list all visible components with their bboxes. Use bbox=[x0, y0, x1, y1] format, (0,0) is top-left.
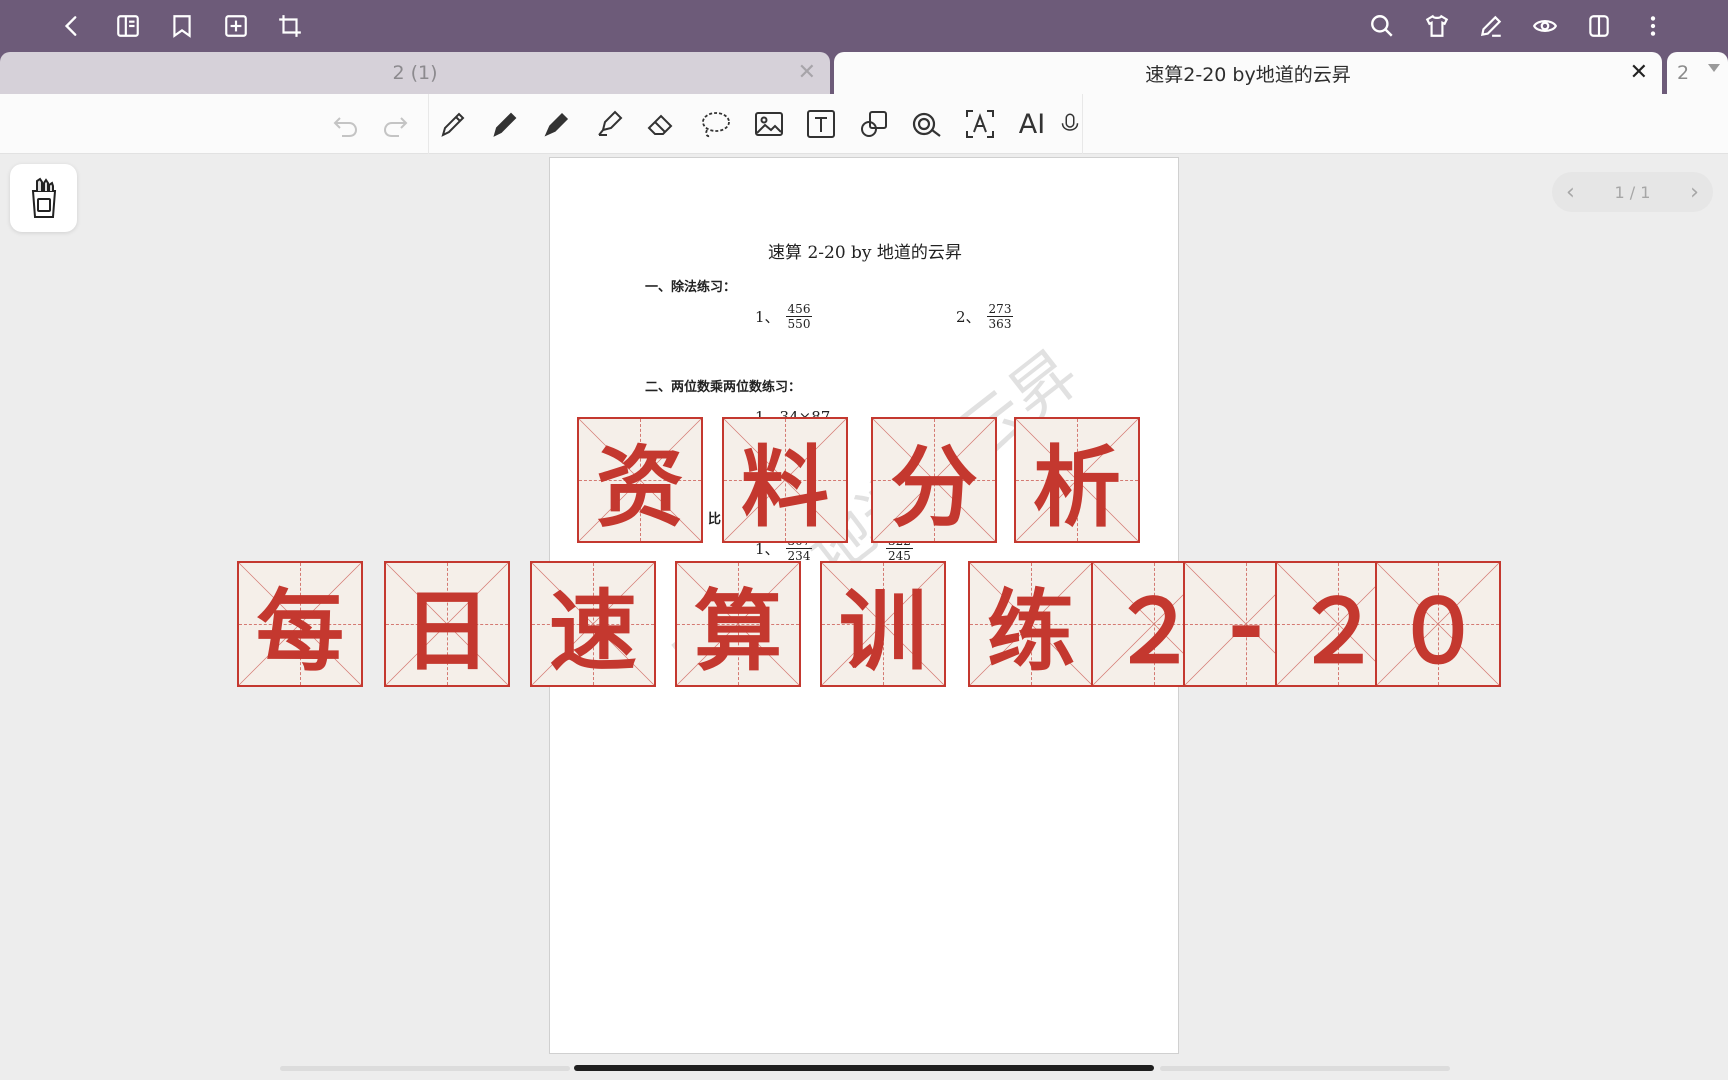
scroll-track bbox=[1160, 1066, 1450, 1071]
title-tile: 日 bbox=[384, 561, 510, 687]
tab-label: 2 (1) bbox=[392, 62, 438, 84]
title-char: 分 bbox=[889, 434, 978, 539]
problem-label: 1、 bbox=[755, 308, 780, 326]
pen-holder-button[interactable] bbox=[10, 164, 77, 232]
title-tile: 速 bbox=[530, 561, 656, 687]
tab-overflow[interactable]: 2 bbox=[1667, 52, 1728, 94]
tape-icon[interactable] bbox=[907, 106, 947, 142]
redo-icon[interactable] bbox=[375, 106, 415, 142]
title-tile: 练 bbox=[968, 561, 1094, 687]
mic-icon[interactable] bbox=[1058, 106, 1082, 142]
numerator: 273 bbox=[986, 302, 1014, 317]
title-char: 算 bbox=[693, 578, 782, 683]
tab-label: 2 bbox=[1677, 62, 1690, 84]
tab-2-1[interactable]: 2 (1) ✕ bbox=[0, 52, 830, 94]
eye-icon[interactable] bbox=[1528, 9, 1562, 43]
title-char: 资 bbox=[595, 434, 684, 539]
bookmark-icon[interactable] bbox=[165, 9, 199, 43]
edit-icon[interactable] bbox=[1474, 9, 1508, 43]
pen-icon[interactable] bbox=[433, 106, 473, 142]
title-tile: 每 bbox=[237, 561, 363, 687]
eraser-icon[interactable] bbox=[641, 106, 681, 142]
denominator: 363 bbox=[988, 317, 1012, 331]
section-heading-compare: 比 bbox=[708, 512, 722, 527]
search-icon[interactable] bbox=[1365, 9, 1399, 43]
title-char: 析 bbox=[1032, 434, 1121, 539]
chevron-right-icon[interactable]: › bbox=[1690, 180, 1699, 205]
title-tile: ０ bbox=[1375, 561, 1501, 687]
pen-holder-icon bbox=[31, 177, 56, 218]
lasso-icon[interactable] bbox=[695, 106, 735, 142]
document-title: 速算 2-20 by 地道的云昇 bbox=[768, 243, 962, 263]
image-icon[interactable] bbox=[749, 106, 789, 142]
problem-2: 2、 273 363 bbox=[956, 302, 1014, 331]
problem-label: 2、 bbox=[956, 308, 981, 326]
crop-icon[interactable] bbox=[273, 9, 307, 43]
ai-icon[interactable]: AI bbox=[1012, 106, 1052, 142]
title-tile: 算 bbox=[675, 561, 801, 687]
toolbar-divider bbox=[1082, 94, 1083, 154]
section-heading-multiplication: 二、两位数乘两位数练习： bbox=[645, 380, 802, 395]
title-tile: 分 bbox=[871, 417, 997, 543]
theme-icon[interactable] bbox=[1420, 9, 1454, 43]
title-char: 每 bbox=[255, 578, 344, 683]
pencil-icon[interactable] bbox=[485, 106, 525, 142]
text-icon[interactable] bbox=[801, 106, 841, 142]
page-indicator: 1 / 1 bbox=[1614, 182, 1651, 202]
tab-bar: 2 (1) ✕ 速算2-20 by地道的云昇 ✕ 2 bbox=[0, 52, 1728, 94]
scrollbar-thumb[interactable] bbox=[574, 1065, 1154, 1071]
fountain-pen-icon[interactable] bbox=[537, 106, 577, 142]
tab-active-document[interactable]: 速算2-20 by地道的云昇 ✕ bbox=[834, 52, 1662, 94]
layout-icon[interactable] bbox=[1582, 9, 1616, 43]
chevron-down-icon[interactable] bbox=[1708, 64, 1720, 72]
close-icon[interactable]: ✕ bbox=[1630, 60, 1648, 85]
denominator: 550 bbox=[787, 317, 811, 331]
ocr-icon[interactable] bbox=[960, 106, 1000, 142]
title-char: 速 bbox=[548, 578, 637, 683]
fraction: 273 363 bbox=[986, 302, 1014, 331]
drawing-toolbar: AI bbox=[0, 94, 1728, 154]
more-icon[interactable] bbox=[1636, 9, 1670, 43]
back-icon[interactable] bbox=[55, 9, 89, 43]
fraction: 456 550 bbox=[785, 302, 813, 331]
problem-1: 1、 456 550 bbox=[755, 302, 813, 331]
top-app-bar bbox=[0, 0, 1728, 52]
scroll-track bbox=[280, 1066, 570, 1071]
title-char: 日 bbox=[402, 578, 491, 683]
title-char: ０ bbox=[1393, 578, 1482, 683]
title-tile: 析 bbox=[1014, 417, 1140, 543]
highlighter-icon[interactable] bbox=[589, 106, 629, 142]
title-tile: 料 bbox=[722, 417, 848, 543]
undo-icon[interactable] bbox=[326, 106, 366, 142]
ai-label: AI bbox=[1018, 108, 1046, 140]
shape-icon[interactable] bbox=[854, 106, 894, 142]
sidebar-icon[interactable] bbox=[111, 9, 145, 43]
title-char: 练 bbox=[986, 578, 1075, 683]
title-tile: 训 bbox=[820, 561, 946, 687]
numerator: 456 bbox=[785, 302, 813, 317]
title-char: 训 bbox=[838, 578, 927, 683]
close-icon[interactable]: ✕ bbox=[798, 60, 816, 85]
title-tile: 资 bbox=[577, 417, 703, 543]
tab-label: 速算2-20 by地道的云昇 bbox=[1145, 63, 1351, 86]
toolbar-divider bbox=[428, 94, 429, 154]
title-char: 料 bbox=[740, 434, 829, 539]
page-navigator: ‹ 1 / 1 › bbox=[1552, 172, 1713, 212]
section-heading-division: 一、除法练习： bbox=[645, 280, 737, 295]
chevron-left-icon[interactable]: ‹ bbox=[1566, 180, 1575, 205]
add-page-icon[interactable] bbox=[219, 9, 253, 43]
